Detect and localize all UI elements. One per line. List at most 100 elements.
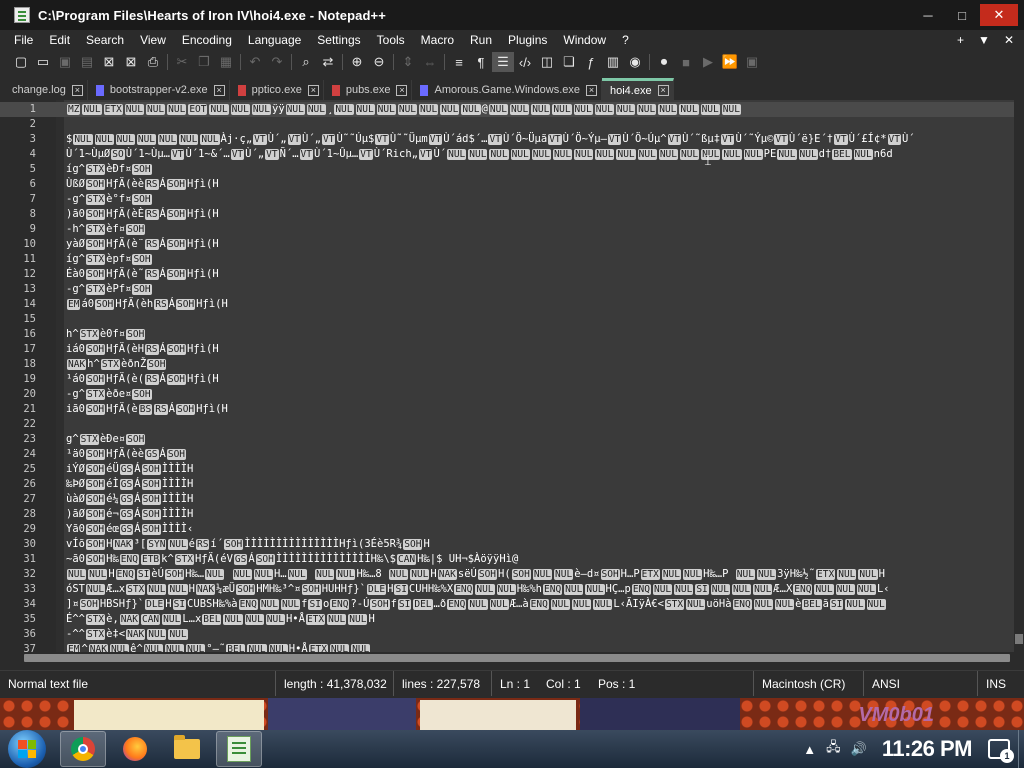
menu-macro[interactable]: Macro — [413, 33, 462, 47]
editor-line[interactable]: 24 ¹ä0 SOH HƒÄ(èè GS Á SOH — [0, 447, 1024, 462]
editor-line[interactable]: 30 vÍõ SOH H NAK ³[SYN NUL é RS í´ SOH ÌÌÌÌÌÌÌÌÌÌÌÌ… — [0, 537, 1024, 552]
editor-line[interactable]: 25 iÝØ SOH éÜ GS Á SOH ÌÌÌÌH — [0, 462, 1024, 477]
vertical-scroll-thumb[interactable] — [1015, 634, 1023, 644]
tab-hoi4[interactable]: hoi4.exe × — [601, 78, 674, 100]
tray-overflow-icon[interactable]: ▲ — [803, 742, 816, 757]
new-tab-button[interactable]: + — [957, 33, 964, 47]
folder-workspace-icon[interactable]: ▥ — [602, 52, 624, 72]
show-all-chars-icon[interactable]: ¶ — [470, 52, 492, 72]
editor-line[interactable]: 12 Éà0 SOH HƒÄ(è˜ RS Á SOH Hƒì(H — [0, 267, 1024, 282]
editor-line[interactable]: 29 Yã0 SOH éœ GS Á SOH ÌÌÌÌ‹ — [0, 522, 1024, 537]
paste-icon[interactable]: ▦ — [215, 52, 237, 72]
run-multiple-icon[interactable]: ⏩ — [719, 52, 741, 72]
taskbar-notepadpp[interactable] — [216, 731, 262, 767]
editor-line[interactable]: 36 -^^ STX è‡< NAK NUL NUL — [0, 627, 1024, 642]
taskbar-file-explorer[interactable] — [164, 731, 210, 767]
cut-icon[interactable]: ✂ — [171, 52, 193, 72]
sync-horizontal-icon[interactable]: ⇔ — [419, 52, 441, 72]
menu-settings[interactable]: Settings — [309, 33, 368, 47]
taskbar-chrome[interactable] — [60, 731, 106, 767]
tab-pptico[interactable]: pptico.exe × — [230, 80, 324, 100]
replace-icon[interactable]: ⇄ — [317, 52, 339, 72]
status-encoding[interactable]: ANSI — [864, 671, 978, 696]
editor-line[interactable]: 22 — [0, 417, 1024, 432]
editor-line[interactable]: 16 h^ STX è0f¤ SOH — [0, 327, 1024, 342]
editor-line[interactable]: 8)ã0 SOH HƒÄ(èÈ RS Á SOH Hƒì(H — [0, 207, 1024, 222]
minimize-button[interactable]: ─ — [912, 4, 944, 26]
document-map-icon[interactable]: ◫ — [536, 52, 558, 72]
close-icon[interactable]: ⊠ — [98, 52, 120, 72]
menu-file[interactable]: File — [0, 33, 41, 47]
close-doc-button[interactable]: ✕ — [1004, 33, 1014, 47]
find-icon[interactable]: ⌕ — [295, 52, 317, 72]
volume-icon[interactable]: 🔊 — [851, 741, 867, 757]
vertical-scrollbar[interactable] — [1014, 100, 1024, 652]
stop-record-icon[interactable]: ■ — [675, 52, 697, 72]
menu-search[interactable]: Search — [78, 33, 132, 47]
editor-line[interactable]: 19 ¹á0 SOH HƒÄ(è(RS Á SOH Hƒì(H — [0, 372, 1024, 387]
menu-language[interactable]: Language — [240, 33, 309, 47]
editor-line[interactable]: 7 -g^ STX è°f¤ SOH — [0, 192, 1024, 207]
editor-line[interactable]: 15 — [0, 312, 1024, 327]
menu-edit[interactable]: Edit — [41, 33, 78, 47]
editor-line[interactable]: 14 EM á0 SOH HƒÄ(èh RS Á SOH Hƒì(H — [0, 297, 1024, 312]
editor-line[interactable]: 1 MZ NUL ETX NUL NUL NUL EOT NUL NUL NUL ÿÿ NUL NUL ¸ N… — [0, 102, 1024, 117]
editor-line[interactable]: 33 óST NUL Æ…x STX NUL NUL H NAK ¼æÜ SOH HMH‰³^¤ SOH… — [0, 582, 1024, 597]
close-all-icon[interactable]: ⊠ — [120, 52, 142, 72]
tab-list-button[interactable]: ▼ — [978, 33, 990, 47]
editor-line[interactable]: 17 iá0 SOH HƒÄ(èH RS Á SOH Hƒì(H — [0, 342, 1024, 357]
print-icon[interactable]: ⎙ — [142, 52, 164, 72]
tab-bootstrapper[interactable]: bootstrapper-v2.exe × — [88, 80, 230, 100]
zoom-in-icon[interactable]: ⊕ — [346, 52, 368, 72]
document-list-icon[interactable]: ❏ — [558, 52, 580, 72]
menu-help[interactable]: ? — [614, 33, 637, 47]
copy-icon[interactable]: ❐ — [193, 52, 215, 72]
open-file-icon[interactable]: ▭ — [32, 52, 54, 72]
menu-encoding[interactable]: Encoding — [174, 33, 240, 47]
clock[interactable]: 11:26 PM — [882, 736, 973, 762]
menu-plugins[interactable]: Plugins — [500, 33, 555, 47]
tab-change-log[interactable]: change.log × — [4, 80, 88, 100]
editor-line[interactable]: 26 ‰ÞØ SOH éÌ GS Á SOH ÌÌÌÌH — [0, 477, 1024, 492]
function-list-icon[interactable]: ƒ — [580, 52, 602, 72]
undo-icon[interactable]: ↶ — [244, 52, 266, 72]
editor-line[interactable]: 10 yàØ SOH HƒÄ(è¨ RS Á SOH Hƒì(H — [0, 237, 1024, 252]
tab-close-icon[interactable]: × — [396, 84, 408, 96]
editor-line[interactable]: 27 ùàØ SOH é¼ GS Á SOH ÌÌÌÌH — [0, 492, 1024, 507]
editor-line[interactable]: 32 NUL NUL H ENQ SI èÚ SOH H‰… NUL NUL NUL H… NUL NU… — [0, 567, 1024, 582]
tab-amorous[interactable]: Amorous.Game.Windows.exe × — [412, 80, 602, 100]
editor-line[interactable]: 37 EM ^ NAK NUL ê^ NUL NUL NUL °—˜ BEL NUL NUL H•Å ETX… — [0, 642, 1024, 652]
save-all-icon[interactable]: ▤ — [76, 52, 98, 72]
editor-line[interactable]: 9 -h^ STX èf¤ SOH — [0, 222, 1024, 237]
xml-tag-icon[interactable]: ‹/› — [514, 52, 536, 72]
menu-view[interactable]: View — [132, 33, 174, 47]
save-macro-icon[interactable]: ▣ — [741, 52, 763, 72]
start-button[interactable] — [8, 730, 46, 768]
taskbar-firefox[interactable] — [112, 731, 158, 767]
editor-line[interactable]: 4 Ù´1~ÙµØ SO Ù´1~Ùµ… VT Ù´1~&´… VT Ù´„ VT Ñ´… VT Ù´… — [0, 147, 1024, 162]
title-bar[interactable]: C:\Program Files\Hearts of Iron IV\hoi4.… — [0, 0, 1024, 30]
editor-line[interactable]: 35 É^^ STX è, NAK CAN NUL L…x BEL NUL NUL NUL H•Å ETX… — [0, 612, 1024, 627]
word-wrap-icon[interactable]: ≡ — [448, 52, 470, 72]
horizontal-scroll-thumb[interactable] — [24, 654, 1010, 662]
editor-line[interactable]: 34]¤ SOH HBSHƒ}` DLE H SI CUBSH‰%à ENQ NUL NUL f SI… — [0, 597, 1024, 612]
action-center-icon[interactable]: 1 — [988, 739, 1014, 763]
indent-guide-icon[interactable]: ☰ — [492, 52, 514, 72]
sync-vertical-icon[interactable]: ⇕ — [397, 52, 419, 72]
close-button[interactable]: ✕ — [980, 4, 1018, 26]
editor-area[interactable]: 1 MZ NUL ETX NUL NUL NUL EOT NUL NUL NUL ÿÿ NUL NUL ¸ N… — [0, 100, 1024, 652]
redo-icon[interactable]: ↷ — [266, 52, 288, 72]
playback-icon[interactable]: ▶ — [697, 52, 719, 72]
editor-line[interactable]: 31 ~ã0 SOH H‰ ENQ ETB k^ STX HƒÄ(éV GS Á SOH ÌÌÌÌÌÌÌ… — [0, 552, 1024, 567]
status-eol[interactable]: Macintosh (CR) — [754, 671, 864, 696]
editor-line[interactable]: 20 -g^ STX èðe¤ SOH — [0, 387, 1024, 402]
editor-line[interactable]: 13 -g^ STX èPf¤ SOH — [0, 282, 1024, 297]
horizontal-scrollbar[interactable] — [10, 652, 1014, 664]
new-file-icon[interactable]: ▢ — [10, 52, 32, 72]
editor-line[interactable]: 23 g^ STX èÐe¤ SOH — [0, 432, 1024, 447]
show-desktop-button[interactable] — [1018, 730, 1024, 768]
editor-line[interactable]: 3 $ NUL NUL NUL NUL NUL NUL NUL Àj·ç„ VT Ù´„ VT Ù´„ VT… — [0, 132, 1024, 147]
editor-line[interactable]: 11 íg^ STX èpf¤ SOH — [0, 252, 1024, 267]
editor-line[interactable]: 2 — [0, 117, 1024, 132]
tab-close-icon[interactable]: × — [307, 84, 319, 96]
